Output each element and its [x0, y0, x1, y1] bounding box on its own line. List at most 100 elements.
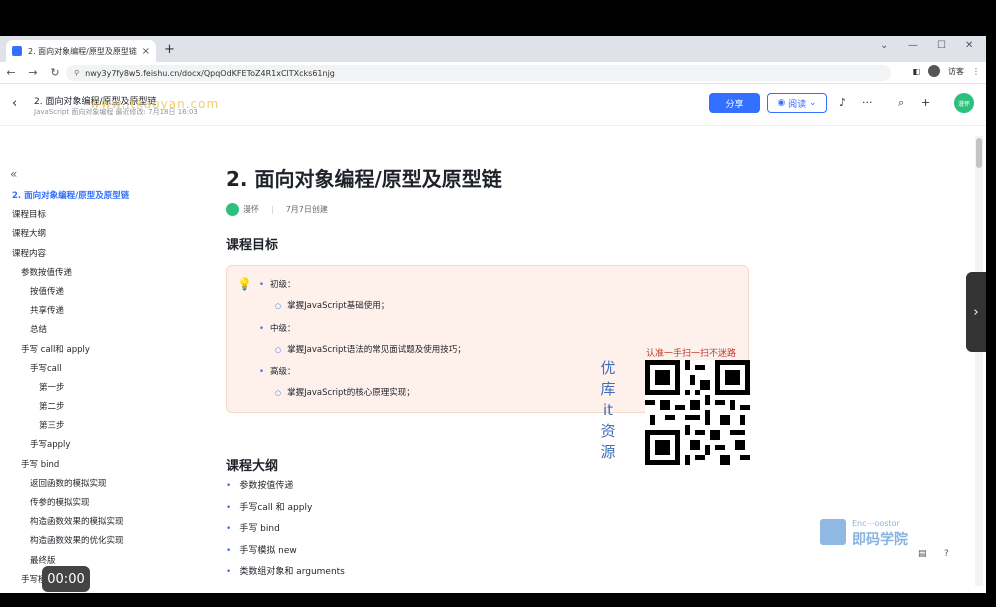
help-icon[interactable]: ? — [944, 549, 949, 559]
eye-icon: ◉ — [777, 98, 789, 108]
toc-item[interactable]: 传参的模拟实现 — [12, 494, 187, 513]
address-bar-row: ← → ↻ ⚲ nwy3y7fy8w5.feishu.cn/docx/QpqOd… — [0, 62, 986, 84]
reload-icon[interactable]: ↻ — [44, 66, 66, 79]
doc-header: ‹ 2. 面向对象编程/原型及原型链 JavaScript 面向对象编程 最近修… — [0, 85, 986, 126]
doc-back-icon[interactable]: ‹ — [12, 96, 17, 111]
close-window-icon[interactable]: ✕ — [965, 40, 973, 51]
bullet-dot: • — [226, 481, 232, 491]
toc-item[interactable]: 第三步 — [12, 417, 187, 436]
scrollbar-thumb[interactable] — [976, 138, 982, 168]
toc-item[interactable]: 返回函数的模拟实现 — [12, 475, 187, 494]
goal-level-text: 高级： — [270, 367, 296, 377]
toc-item[interactable]: 手写call — [12, 360, 187, 379]
toc-item[interactable]: 构造函数效果的优化实现 — [12, 532, 187, 551]
new-tab-icon[interactable]: + — [164, 42, 175, 57]
profile-avatar[interactable] — [928, 65, 940, 77]
toc-item[interactable]: 总结 — [12, 321, 187, 340]
list-item-text: 手写 bind — [239, 524, 280, 534]
goal-level: • 高级： — [259, 365, 296, 377]
scrollbar[interactable] — [975, 136, 983, 586]
browser-window: 2. 面向对象编程/原型及原型链 × + ⌄ — ☐ ✕ ← → ↻ ⚲ nwy… — [0, 36, 986, 593]
bullet-dot: • — [259, 367, 265, 377]
meta-divider: | — [271, 205, 274, 214]
toc-item[interactable]: 第一步 — [12, 379, 187, 398]
next-chevron-button[interactable]: › — [966, 272, 986, 352]
toc-item[interactable]: 第二步 — [12, 398, 187, 417]
chevron-right-icon: › — [973, 304, 979, 320]
list-item: • 手写 bind — [226, 519, 526, 541]
add-icon[interactable]: + — [921, 96, 930, 109]
goal-detail-text: 掌握JavaScript的核心原理实现； — [287, 388, 415, 398]
bullet-dot: • — [226, 524, 232, 534]
toc-item[interactable]: 共享传递 — [12, 302, 187, 321]
tab-close-icon[interactable]: × — [142, 46, 150, 57]
tab-strip: 2. 面向对象编程/原型及原型链 × + ⌄ — ☐ ✕ — [0, 36, 986, 62]
bullet-dot: • — [226, 567, 232, 577]
toc-item[interactable]: 参数按值传递 — [12, 264, 187, 283]
list-item: • 类数组对象和 arguments — [226, 562, 526, 584]
guest-label[interactable]: 访客 — [948, 66, 964, 77]
more-icon[interactable]: ··· — [862, 96, 873, 109]
forward-icon[interactable]: → — [22, 66, 44, 79]
back-icon[interactable]: ← — [0, 66, 22, 79]
video-timecode: 00:00 — [42, 566, 90, 592]
toc-sidebar: « 2. 面向对象编程/原型及原型链 课程目标 课程大纲 课程内容 参数按值传递… — [0, 127, 190, 593]
logo-cn-text: 即码学院 — [852, 532, 908, 548]
toc-list: 2. 面向对象编程/原型及原型链 课程目标 课程大纲 课程内容 参数按值传递 按… — [12, 187, 187, 590]
toc-item[interactable]: 按值传递 — [12, 283, 187, 302]
goal-level-text: 初级： — [270, 280, 296, 290]
maximize-icon[interactable]: ☐ — [937, 40, 946, 51]
site-info-icon[interactable]: ⚲ — [74, 69, 79, 77]
logo-mark-icon — [820, 519, 846, 545]
toc-item[interactable]: 手写 call和 apply — [12, 341, 187, 360]
tab-search-icon[interactable]: ⌄ — [880, 40, 888, 51]
toc-item[interactable]: 手写apply — [12, 436, 187, 455]
author-name[interactable]: 漫怀 — [243, 204, 259, 215]
list-item: • 手写call 和 apply — [226, 498, 526, 520]
toc-item[interactable]: 构造函数效果的模拟实现 — [12, 513, 187, 532]
user-avatar[interactable]: 漫怀 — [954, 93, 974, 113]
read-label: 阅读 — [788, 99, 807, 110]
feishu-favicon-icon — [12, 46, 22, 56]
list-item-text: 手写模拟 new — [239, 545, 297, 556]
goal-detail-text: 掌握JavaScript基础使用； — [287, 301, 390, 311]
toc-item[interactable]: 手写模拟 new — [12, 571, 187, 590]
list-item: • 参数按值传递 — [226, 476, 526, 498]
bell-icon[interactable]: ♪ — [839, 96, 846, 109]
outline-list: • 参数按值传递 • 手写call 和 apply • 手写 bind • 手写模拟 n… — [226, 476, 526, 584]
collapse-sidebar-icon[interactable]: « — [10, 167, 17, 181]
toc-item[interactable]: 最终版 — [12, 552, 187, 571]
minimize-icon[interactable]: — — [908, 40, 918, 51]
doc-outline-icon[interactable]: ▤ — [918, 549, 927, 559]
promo-caption: 认准一手扫一扫不迷路 — [646, 349, 737, 359]
chevron-down-icon: ⌄ — [806, 98, 817, 108]
goal-level-text: 中级： — [270, 324, 296, 334]
share-button[interactable]: 分享 — [709, 93, 760, 113]
lightbulb-icon: 💡 — [237, 277, 252, 291]
toc-item[interactable]: 手写 bind — [12, 456, 187, 475]
list-item: • 手写模拟 new — [226, 541, 526, 563]
bullet-dot: • — [259, 324, 265, 334]
toolbar-right: ◧ 访客 ⋮ — [912, 65, 980, 77]
url-input[interactable]: ⚲ nwy3y7fy8w5.feishu.cn/docx/QpqOdKFEToZ… — [66, 65, 891, 81]
page-title: 2. 面向对象编程/原型及原型链 — [226, 167, 502, 191]
read-mode-button[interactable]: ◉ 阅读 ⌄ — [767, 93, 827, 113]
bullet-dot: • — [226, 502, 232, 513]
list-item-text: 类数组对象和 arguments — [239, 567, 345, 577]
goal-detail: ○ 掌握JavaScript基础使用； — [275, 299, 389, 311]
toc-item[interactable]: 2. 面向对象编程/原型及原型链 — [12, 187, 187, 206]
toc-item[interactable]: 课程大纲 — [12, 225, 187, 244]
goal-level: • 初级： — [259, 278, 296, 290]
qr-code-image — [645, 360, 750, 465]
goal-detail: ○ 掌握JavaScript的核心原理实现； — [275, 386, 415, 398]
toc-item[interactable]: 课程目标 — [12, 206, 187, 225]
menu-kebab-icon[interactable]: ⋮ — [972, 67, 980, 76]
promo-vertical-text: 优库it资源 — [600, 359, 616, 461]
section-heading-outline: 课程大纲 — [226, 459, 279, 474]
browser-tab[interactable]: 2. 面向对象编程/原型及原型链 × — [6, 40, 156, 62]
sidepanel-icon[interactable]: ◧ — [912, 67, 920, 76]
search-icon[interactable]: ⌕ — [898, 96, 904, 110]
created-date: 7月7日创建 — [285, 205, 328, 214]
toc-item[interactable]: 课程内容 — [12, 245, 187, 264]
section-heading-goals: 课程目标 — [226, 238, 279, 253]
